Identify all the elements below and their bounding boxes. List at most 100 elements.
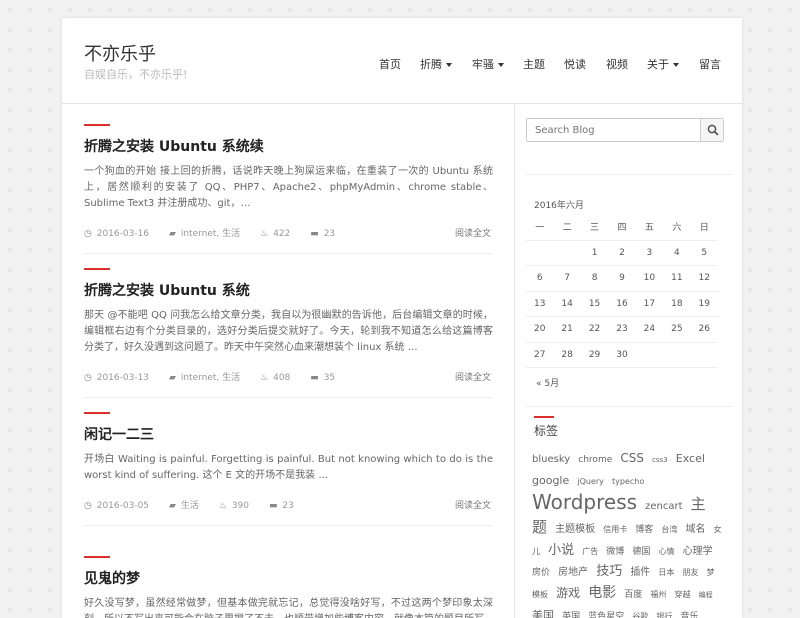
tag-link[interactable]: 房价 <box>532 568 550 578</box>
tag-link[interactable]: 德国 <box>632 547 650 557</box>
calendar-day: 5 <box>690 240 718 266</box>
nav-item[interactable]: 首页 <box>379 56 401 72</box>
nav-item[interactable]: 牢骚 <box>472 56 504 72</box>
tag-link[interactable]: 信用卡 <box>603 525 627 534</box>
post-category[interactable]: ▰ 生活 <box>169 501 209 511</box>
calendar-week-row: 6 7 8 9 10 11 12 <box>526 265 718 292</box>
site-title[interactable]: 不亦乐乎 <box>84 40 156 66</box>
tag-link[interactable]: 音乐 <box>681 612 699 618</box>
tags-title: 标签 <box>534 424 559 438</box>
tag-link[interactable]: 心理学 <box>683 546 713 557</box>
tag-link[interactable]: 心情 <box>659 547 675 556</box>
nav-item-label: 关于 <box>647 58 669 71</box>
tag-link[interactable]: 域名 <box>686 524 706 535</box>
calendar-day: 19 <box>690 291 718 317</box>
tag-link[interactable]: 编程 <box>699 591 713 599</box>
tag-link[interactable]: 穿越 <box>675 590 691 599</box>
tag-link[interactable]: 小说 <box>548 543 574 558</box>
nav-item-label: 留言 <box>699 58 721 71</box>
tag-link[interactable]: 谷歌 <box>632 612 648 618</box>
tag-link[interactable]: 朋友 <box>683 568 699 577</box>
tag-link[interactable]: google <box>532 474 569 487</box>
tag-link[interactable]: 博客 <box>635 525 653 535</box>
post-title[interactable]: 折腾之安装 Ubuntu 系统续 <box>84 136 264 156</box>
tag-link[interactable]: 房地产 <box>558 567 588 578</box>
calendar-day: 16 <box>608 291 636 317</box>
nav-item[interactable]: 视频 <box>606 56 628 72</box>
tag-link[interactable]: 电影 <box>588 585 616 601</box>
calendar-weekday: 二 <box>553 214 581 241</box>
tag-link[interactable]: Wordpress <box>532 490 637 514</box>
tag-link[interactable]: 技巧 <box>596 564 622 579</box>
calendar-day: 6 <box>526 265 554 292</box>
post-accent-bar <box>84 556 110 558</box>
tag-link[interactable]: 美国 <box>532 609 554 618</box>
tag-link[interactable]: 银行 <box>656 612 672 618</box>
calendar-day <box>663 342 691 368</box>
calendar-prev-month-link[interactable]: « 5月 <box>536 376 559 389</box>
post-excerpt: 好久没写梦，虽然经常做梦，但基本做完就忘记，总觉得没啥好写，不过这两个梦印象太深… <box>84 598 493 618</box>
tag-link[interactable]: 梦 <box>707 568 715 577</box>
post-comments[interactable]: ▬ 35 <box>310 373 345 383</box>
nav-item[interactable]: 主题 <box>523 56 545 72</box>
tag-link[interactable]: jQuery <box>577 477 604 486</box>
tag-link[interactable]: 模板 <box>532 590 548 599</box>
tag-link[interactable]: 微博 <box>606 547 624 557</box>
tag-link[interactable]: zencart <box>645 501 682 512</box>
calendar-week-row: 20 21 22 23 24 25 26 <box>526 316 718 343</box>
calendar-day: 27 <box>526 342 554 368</box>
tag-link[interactable]: CSS <box>620 451 644 465</box>
calendar-day: 8 <box>580 265 609 292</box>
read-more-link[interactable]: 阅读全文 <box>455 370 491 383</box>
tag-link[interactable]: chrome <box>578 455 612 465</box>
tag-link[interactable]: 台湾 <box>661 525 677 534</box>
post-excerpt: 那天 @不能吧 QQ 问我怎么给文章分类，我自以为很幽默的告诉他，后台编辑文章的… <box>84 310 493 353</box>
nav-item-label: 首页 <box>379 58 401 71</box>
nav-item[interactable]: 悦读 <box>564 56 586 72</box>
calendar-week-row: 13 14 15 16 17 18 19 <box>526 291 718 317</box>
tag-link[interactable]: 主题模板 <box>555 524 595 535</box>
tag-link[interactable]: 日本 <box>658 568 674 577</box>
post-title[interactable]: 闲记一二三 <box>84 424 154 444</box>
post-comments[interactable]: ▬ 23 <box>310 229 345 239</box>
nav-item[interactable]: 关于 <box>647 56 679 72</box>
post-category[interactable]: ▰ internet, 生活 <box>169 229 250 239</box>
folder-icon: ▰ <box>169 229 176 239</box>
calendar-day: 26 <box>690 316 718 343</box>
tag-link[interactable]: 英国 <box>562 612 580 618</box>
tag-link[interactable]: 游戏 <box>556 586 580 600</box>
calendar-day: 1 <box>580 240 609 266</box>
tag-link[interactable]: 广告 <box>582 547 598 556</box>
site-header: 不亦乐乎 自娱自乐，不亦乐乎! 首页 折腾 牢骚 主题 悦读 视频 关于 留言 <box>62 18 742 104</box>
site-description: 自娱自乐，不亦乐乎! <box>84 68 188 81</box>
tag-link[interactable]: 百度 <box>624 590 642 600</box>
post-title[interactable]: 见鬼的梦 <box>84 568 140 588</box>
calendar-day: 25 <box>663 316 691 343</box>
calendar-day: 15 <box>580 291 609 317</box>
nav-item[interactable]: 折腾 <box>420 56 452 72</box>
calendar-day: 22 <box>580 316 609 343</box>
search-input[interactable] <box>527 119 701 141</box>
tag-link[interactable]: css3 <box>652 456 668 464</box>
tag-link[interactable]: bluesky <box>532 454 570 465</box>
search-button[interactable] <box>700 119 723 141</box>
comment-icon: ▬ <box>310 229 319 239</box>
caret-down-icon <box>446 63 452 67</box>
calendar-day: 11 <box>663 265 691 292</box>
post-category[interactable]: ▰ internet, 生活 <box>169 373 250 383</box>
tag-link[interactable]: 福州 <box>650 590 666 599</box>
calendar-day <box>526 240 554 266</box>
post-comments[interactable]: ▬ 23 <box>269 501 304 511</box>
read-more-link[interactable]: 阅读全文 <box>455 226 491 239</box>
calendar-weekday: 六 <box>663 214 691 241</box>
tag-link[interactable]: typecho <box>612 477 644 486</box>
nav-item[interactable]: 留言 <box>699 56 721 72</box>
calendar-week-row: 12345 <box>526 240 718 266</box>
calendar-week-row: 27 28 29 30 <box>526 342 718 368</box>
tag-link[interactable]: 蓝色星空 <box>588 612 624 618</box>
tag-link[interactable]: 插件 <box>630 567 650 578</box>
post-title[interactable]: 折腾之安装 Ubuntu 系统 <box>84 280 250 300</box>
nav-item-label: 主题 <box>523 58 545 71</box>
tag-link[interactable]: Excel <box>676 452 705 465</box>
read-more-link[interactable]: 阅读全文 <box>455 498 491 511</box>
